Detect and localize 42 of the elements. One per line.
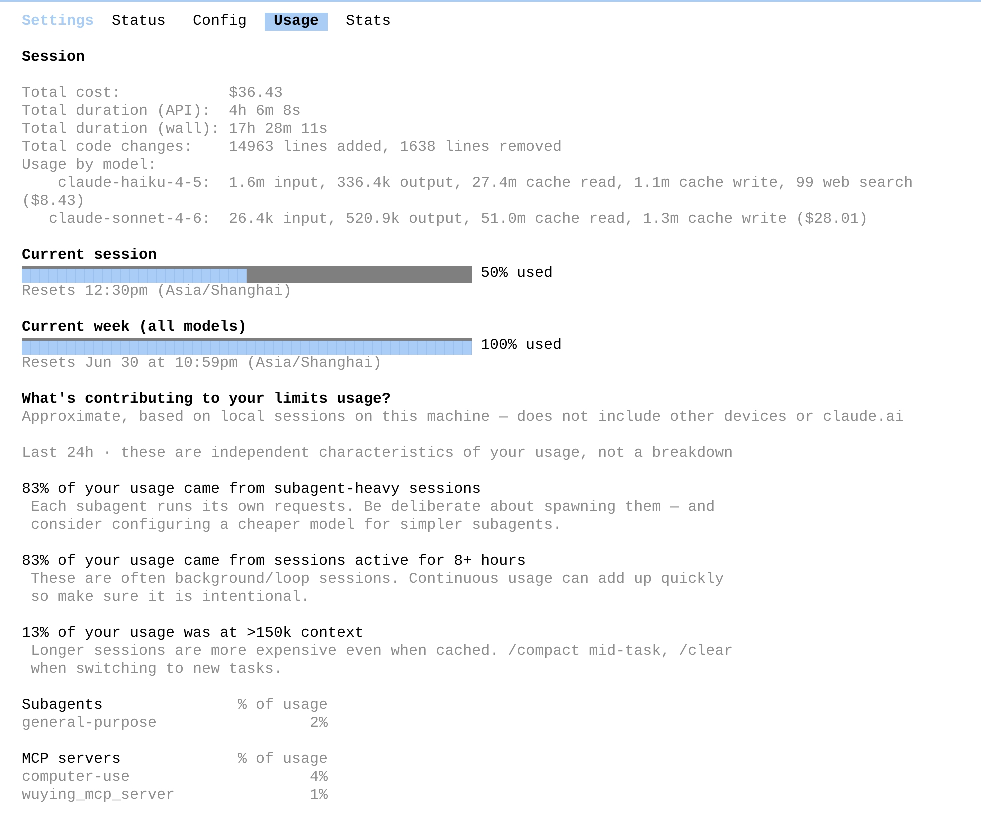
tab[interactable]: Usage bbox=[265, 13, 328, 31]
period-text: Last 24h · these are independent characteristics of your usage, not a breakdown bbox=[22, 445, 734, 463]
section-heading: Session bbox=[22, 49, 86, 67]
limit-title: Current session bbox=[22, 247, 158, 265]
table-cell-text: general-purpose bbox=[22, 715, 158, 733]
stat-value: $36.43 bbox=[229, 85, 284, 103]
stat-label: Total duration (wall): bbox=[22, 121, 222, 139]
insight-title: 83% of your usage came from subagent-heavy sessions bbox=[22, 481, 482, 499]
tab[interactable]: Config bbox=[184, 13, 256, 31]
stat-label: Total code changes: bbox=[22, 139, 194, 157]
limit-title: Current week (all models) bbox=[22, 319, 248, 337]
stat-value: 4h 6m 8s bbox=[229, 103, 302, 121]
model-usage-line: claude-sonnet-4-6: 26.4k input, 520.9k output, 51.0m cache read, 1.3m cache write ($28.01) bbox=[48, 211, 870, 229]
model-usage-line: claude-haiku-4-5: 1.6m input, 336.4k output, 27.4m cache read, 1.1m cache write, 99 web search ($8.43) bbox=[22, 175, 914, 211]
tab[interactable]: Status bbox=[103, 13, 176, 31]
table-cell-text: wuying_mcp_server bbox=[22, 787, 176, 805]
stat-value: 17h 28m 11s bbox=[229, 121, 328, 139]
insight-detail: These are often background/loop sessions. Continuous usage can add up quickly so make sure it is intentional. bbox=[30, 571, 726, 607]
table-cell-text: 2% bbox=[308, 715, 328, 733]
table-heading: MCP servers bbox=[22, 751, 122, 769]
reset-time: Resets Jun 30 at 10:59pm (Asia/Shanghai) bbox=[22, 355, 382, 373]
usage-reading: 100% used bbox=[481, 337, 562, 355]
column-heading: % of usage bbox=[238, 751, 328, 769]
insight-title: 13% of your usage was at >150k context bbox=[22, 625, 364, 643]
insight-detail: Longer sessions are more expensive even when cached. /compact mid-task, /clear when switching to new tasks. bbox=[30, 643, 734, 679]
usage-by-model-label: Usage by model: bbox=[22, 157, 158, 175]
stat-value: 14963 lines added, 1638 lines removed bbox=[229, 139, 562, 157]
stat-label: Total duration (API): bbox=[22, 103, 212, 121]
settings-title: Settings bbox=[22, 13, 94, 31]
usage-reading: 50% used bbox=[481, 265, 554, 283]
column-heading: % of usage bbox=[238, 697, 328, 715]
table-cell-text: 1% bbox=[308, 787, 328, 805]
insight-detail: Each subagent runs its own requests. Be deliberate about spawning them — and consider configuring a cheaper model for simpler subagents. bbox=[30, 499, 716, 535]
table-cell-text: 4% bbox=[308, 769, 328, 787]
table-heading: Subagents bbox=[22, 697, 104, 715]
note-text: Approximate, based on local sessions on this machine — does not include other devices or claude.ai bbox=[22, 409, 904, 427]
insight-title: 83% of your usage came from sessions active for 8+ hours bbox=[22, 553, 526, 571]
stat-label: Total cost: bbox=[22, 85, 122, 103]
reset-time: Resets 12:30pm (Asia/Shanghai) bbox=[22, 283, 292, 301]
table-cell-text: computer-use bbox=[22, 769, 132, 787]
tab[interactable]: Stats bbox=[337, 13, 400, 31]
section-heading: What's contributing to your limits usage? bbox=[22, 391, 392, 409]
